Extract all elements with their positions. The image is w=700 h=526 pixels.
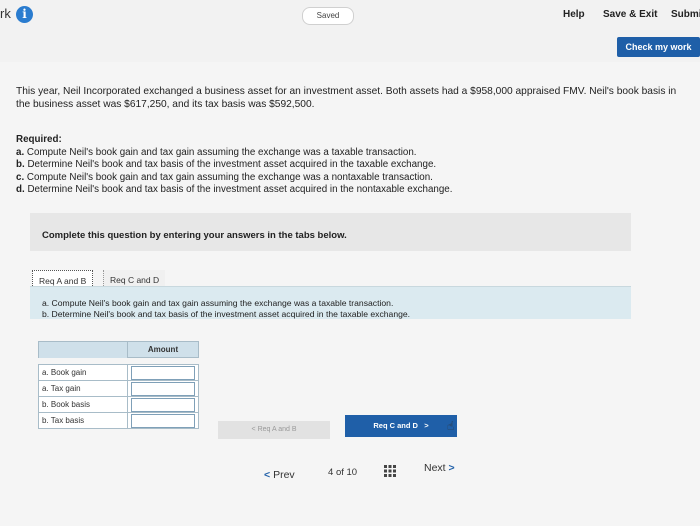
required-item-b: b. Determine Neil's book and tax basis o… xyxy=(16,159,656,172)
amount-table: Amount a. Book gain a. Tax gain b. Book … xyxy=(38,341,199,429)
prev-tab-button[interactable]: < Req A and B xyxy=(218,421,330,439)
item-text: Determine Neil's book and tax basis of t… xyxy=(27,159,437,170)
page-of: of xyxy=(335,467,344,478)
required-item-d: d. Determine Neil's book and tax basis o… xyxy=(16,184,656,197)
tax-basis-input[interactable] xyxy=(127,412,199,429)
check-my-work-button[interactable]: Check my work xyxy=(617,37,700,57)
required-section: Required: a. Compute Neil's book gain an… xyxy=(16,134,656,197)
question-line-a: a. Compute Neil's book gain and tax gain… xyxy=(42,298,394,308)
prev-page-label: Prev xyxy=(273,469,295,481)
top-bar: rk i Saved Help Save & Exit Submi xyxy=(0,0,700,30)
page-current: 4 xyxy=(328,467,334,478)
brand-text: rk xyxy=(0,6,11,21)
table-row: b. Tax basis xyxy=(38,412,199,429)
item-letter: a. xyxy=(16,146,25,158)
book-basis-input[interactable] xyxy=(127,396,199,413)
instructions-banner: Complete this question by entering your … xyxy=(30,213,631,251)
item-text: Compute Neil's book gain and tax gain as… xyxy=(26,171,433,183)
table-row: a. Tax gain xyxy=(38,380,199,397)
prev-tab-label: Req A and B xyxy=(257,426,297,433)
amount-column-header: Amount xyxy=(127,341,199,358)
save-exit-link[interactable]: Save & Exit xyxy=(603,9,657,20)
tax-gain-input[interactable] xyxy=(127,380,199,397)
required-header: Required: xyxy=(16,134,62,145)
item-text: Compute Neil's book gain and tax gain as… xyxy=(26,146,417,158)
item-letter: d. xyxy=(16,184,25,195)
row-label: a. Tax gain xyxy=(38,380,128,397)
table-corner xyxy=(38,341,128,358)
amount-field[interactable] xyxy=(131,365,195,380)
saved-status-badge: Saved xyxy=(302,7,354,25)
chevron-left-icon: < xyxy=(264,469,271,481)
amount-field[interactable] xyxy=(131,413,195,428)
chevron-right-icon: > xyxy=(448,462,455,474)
table-row: b. Book basis xyxy=(38,396,199,413)
page-navigation: < Prev 4 of 10 Next > xyxy=(256,458,476,488)
chevron-right-icon: > xyxy=(420,421,429,430)
item-text: Determine Neil's book and tax basis of t… xyxy=(27,184,453,195)
item-letter: c. xyxy=(16,171,25,183)
table-row: a. Book gain xyxy=(38,364,199,381)
required-item-a: a. Compute Neil's book gain and tax gain… xyxy=(16,147,656,160)
question-line-b: b. Determine Neil's book and tax basis o… xyxy=(42,309,411,319)
submit-link[interactable]: Submi xyxy=(671,9,700,20)
question-intro: This year, Neil Incorporated exchanged a… xyxy=(16,86,677,110)
page-indicator: 4 of 10 xyxy=(328,467,357,478)
item-letter: b. xyxy=(16,159,25,170)
table-spacer xyxy=(39,358,199,365)
question-prompt-box: a. Compute Neil's book gain and tax gain… xyxy=(30,286,631,319)
next-page-label: Next xyxy=(424,462,446,474)
row-label: b. Book basis xyxy=(38,396,128,413)
help-link[interactable]: Help xyxy=(563,9,585,20)
instructions-text: Complete this question by entering your … xyxy=(42,230,347,241)
row-label: b. Tax basis xyxy=(38,412,128,429)
info-icon[interactable]: i xyxy=(16,6,33,23)
next-page-button[interactable]: Next > xyxy=(424,462,455,474)
book-gain-input[interactable] xyxy=(127,364,199,381)
required-item-c: c. Compute Neil's book gain and tax gain… xyxy=(16,172,656,185)
next-tab-button[interactable]: Req C and D > xyxy=(345,415,457,437)
amount-field[interactable] xyxy=(131,381,195,396)
prev-page-button[interactable]: < Prev xyxy=(264,469,295,481)
next-tab-label: Req C and D xyxy=(373,421,418,430)
page-total: 10 xyxy=(346,467,358,478)
hand-cursor-icon: ☝ xyxy=(447,419,455,433)
amount-field[interactable] xyxy=(131,397,195,412)
chevron-left-icon: < xyxy=(251,426,256,433)
grid-icon[interactable] xyxy=(384,465,396,477)
row-label: a. Book gain xyxy=(38,364,128,381)
